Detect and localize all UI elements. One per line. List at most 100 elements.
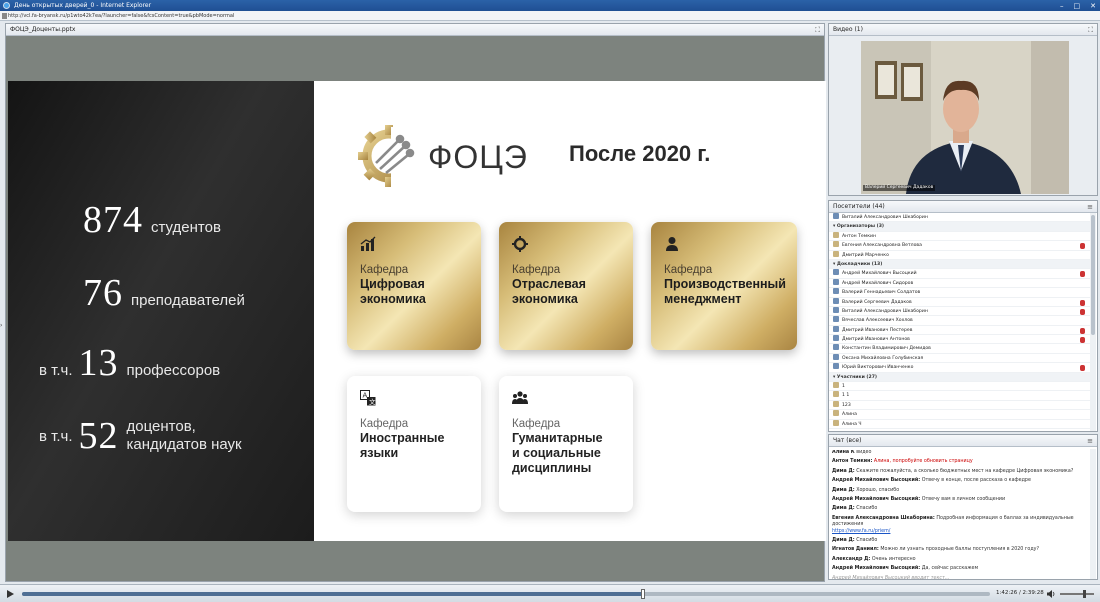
attendee-name: Виталий Александрович Шкаборин [842,308,928,314]
attendees-list: Виталий Александрович Шкаборин ▾ Организа… [829,213,1091,431]
fullscreen-icon[interactable]: ⛶ [1088,24,1093,36]
volume-icon[interactable] [1046,589,1056,599]
stat-label: профессоров [126,362,221,379]
attendee-row[interactable]: Евгения Александровна Ветлова [829,241,1091,251]
attendee-row[interactable]: Алина [829,410,1091,420]
page-icon [2,13,7,19]
chat-author: Дима Д: [832,506,855,512]
menu-icon[interactable]: ≡ [1087,201,1093,213]
stat-label: доцентов, кандидатов наук [127,418,242,454]
chat-message: Дима Д: Спасибо [832,506,1089,512]
attendee-row[interactable]: Дмитрий Иванович Антонов [829,335,1091,345]
chat-message: Дима Д: Хорошо, спасибо [832,488,1089,494]
attendee-name: 123 [842,402,851,408]
attendee-row[interactable]: Антон Темкин [829,231,1091,242]
attendee-row[interactable]: Андрей Михайлович Высоцкий [829,269,1091,279]
card-name-line2: языки [360,446,399,460]
slide-stats-panel: 874 студентов 76 преподавателей в т.ч. 1… [8,81,314,541]
svg-text:A: A [363,392,368,400]
chat-text: Андрей Михайлович Высоцкий вводит текст.… [832,575,950,580]
attendee-row[interactable]: Валерий Сергеевич Дадаков [829,297,1091,307]
attendee-row[interactable]: Дмитрий Марченко [829,250,1091,260]
chat-messages: Алина К видео Антон Темкин: Алина, попроб… [832,450,1089,580]
attendee-row[interactable]: 1 [829,382,1091,392]
volume-handle[interactable] [1082,590,1086,598]
title-bar: День открытых дверей_0 - Internet Explor… [0,0,1100,11]
chat-count: (все) [846,437,862,444]
user-icon [833,344,839,351]
microphone-icon [1080,327,1085,334]
user-icon [833,250,839,257]
chat-author: Антон Темкин: [832,459,873,465]
window-title: День открытых дверей_0 - Internet Explor… [14,2,152,9]
microphone-icon [1080,299,1085,306]
chat-scrollbar[interactable] [1090,449,1096,579]
user-icon [833,335,839,342]
collapse-arrow-icon[interactable]: › [0,322,2,329]
bar-chart-icon [360,236,376,251]
attendee-row[interactable]: Константин Владимирович Демидов [829,344,1091,354]
attendee-name: Валерий Сергеевич Дадаков [842,299,912,305]
attendee-name: Докладчики (13) [836,261,883,267]
video-pod-header: Видео (1) ⛶ [829,24,1097,36]
attendees-scrollbar[interactable] [1090,213,1096,431]
url-field[interactable]: http://vcl.fa-bryansk.ru/p1wto42k7ea/?la… [8,12,248,20]
video-caption: Валерий Сергеевич Дадаков [863,185,936,191]
seek-track[interactable] [22,592,990,596]
stat-label-line1: доцентов, [126,418,196,435]
card-name-line1: Отраслевая [512,277,586,291]
fullscreen-icon[interactable]: ⛶ [815,24,820,36]
chat-text: Да, сейчас расскажем [921,566,979,572]
attendee-row[interactable]: Виталий Александрович Шкаборин [829,213,1091,223]
share-pod-header: ФОЦЭ_Доценты.pptx ⛶ [6,24,824,36]
chat-pod: Чат (все) ≡ Алина К видео Антон Темкин: А… [828,434,1098,580]
attendee-group[interactable]: ▾ Докладчики (13) [829,259,1091,270]
video-feed[interactable]: Валерий Сергеевич Дадаков [861,41,1069,194]
attendee-row[interactable]: Оксана Михайловна Голубинская [829,353,1091,364]
chat-message: Александр Д: Очень интересно [832,557,1089,563]
share-pod-title: ФОЦЭ_Доценты.pptx [10,26,76,33]
attendee-row[interactable]: Валерий Геннадьевич Солдатов [829,288,1091,298]
volume-track[interactable] [1060,593,1094,595]
stat-prefix: в т.ч. [39,362,73,379]
stat-students: 874 студентов [83,198,221,242]
play-icon[interactable] [4,588,16,600]
attendee-group[interactable]: ▾ Участники (27) [829,372,1091,383]
user-icon [833,363,839,370]
attendee-row[interactable]: 123 [829,400,1091,411]
user-icon [833,353,839,360]
attendee-name: Евгения Александровна Ветлова [842,243,922,249]
card-name: Иностранные языки [360,431,468,461]
attendee-row[interactable]: Алина Ч [829,419,1091,429]
attendee-row[interactable]: 1 1 [829,391,1091,401]
card-name: Цифровая экономика [360,277,468,307]
chat-message: Дима Д: Спасибо [832,538,1089,544]
attendee-name: 1 1 [842,393,850,399]
chat-author: Андрей Михайлович Высоцкий: [832,497,921,503]
chat-message: Андрей Михайлович Высоцкий: Отвечу в кон… [832,478,1089,484]
user-icon [833,325,839,332]
attendee-group[interactable]: ▾ Организаторы (3) [829,222,1091,232]
chat-text: Скажите пожалуйста, а сколько бюджетных … [856,468,1074,474]
chat-link[interactable]: https://www.fa.ru/priem/ [832,529,890,534]
chat-pod-title: Чат [833,437,845,444]
chat-author: Александр Д: [832,556,871,562]
card-production-management: Кафедра Производственный менеджмент [651,222,797,350]
user-icon [833,400,839,407]
attendee-row[interactable]: Андрей Михайлович Сидоров [829,278,1091,289]
attendee-name: Константин Владимирович Демидов [842,346,931,352]
chat-pod-header: Чат (все) ≡ [829,435,1097,447]
attendee-name: Алина Ч [842,421,862,427]
attendee-row[interactable]: Вячеслав Алексеевич Хохлов [829,316,1091,326]
scrollbar-thumb[interactable] [1091,215,1095,335]
user-icon [833,382,839,389]
chat-message: Дима Д: Скажите пожалуйста, а сколько бю… [832,469,1089,475]
attendee-row[interactable]: Юрий Викторович Иванченко [829,363,1091,373]
chat-author: Алина К [832,450,855,455]
attendee-row[interactable]: Дмитрий Иванович Пестерев [829,325,1091,336]
attendee-row[interactable]: Виталий Александрович Шкаборин [829,306,1091,317]
card-name-line3: дисциплины [512,461,592,475]
seek-handle[interactable] [641,589,646,599]
menu-icon[interactable]: ≡ [1087,435,1093,447]
attendee-name: 1 [842,384,845,390]
